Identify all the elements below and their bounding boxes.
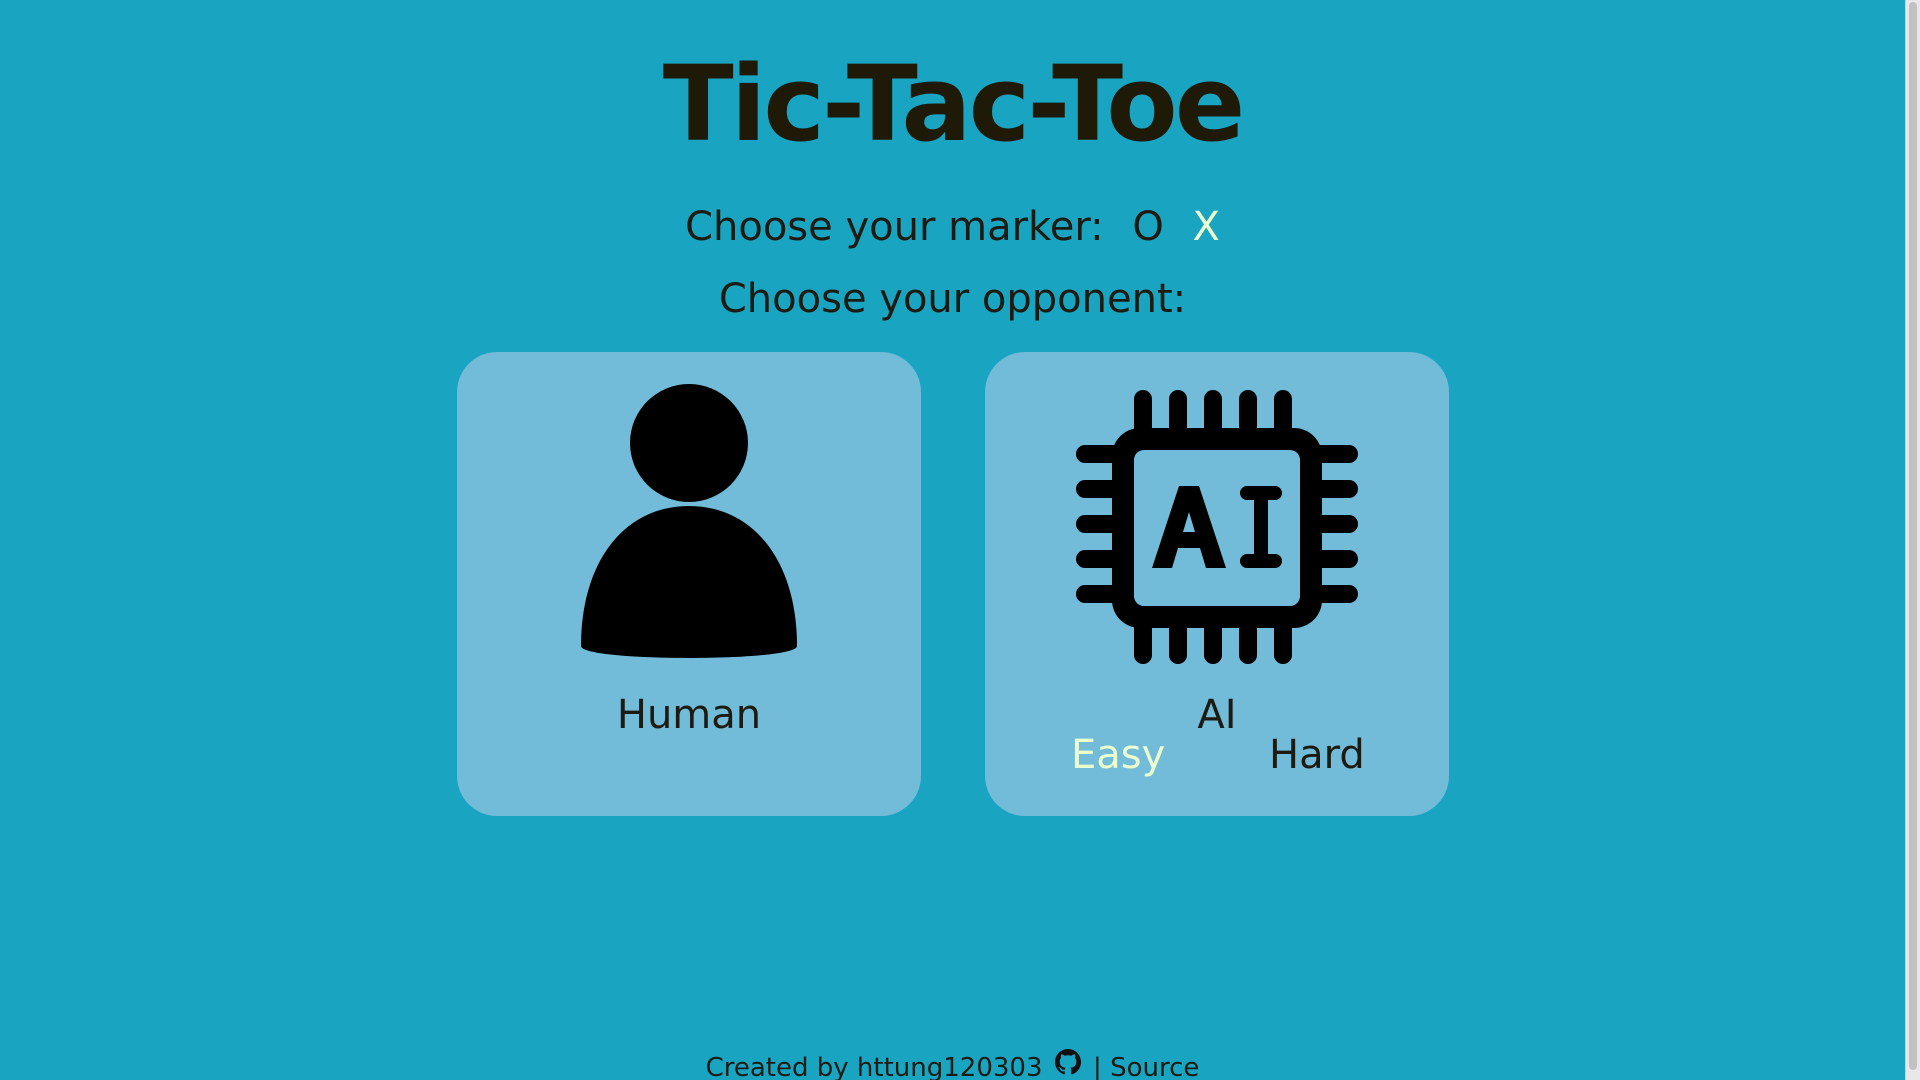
source-link[interactable]: Source xyxy=(1110,1051,1199,1080)
page: Tic-Tac-Toe Choose your marker: O X Choo… xyxy=(0,0,1905,1080)
person-icon xyxy=(581,384,797,658)
ai-label: AI xyxy=(1197,692,1237,738)
footer-separator: | xyxy=(1093,1052,1102,1080)
author-link[interactable]: httung120303 xyxy=(857,1051,1043,1080)
marker-selector: Choose your marker: O X xyxy=(0,202,1905,252)
opponent-label: Choose your opponent: xyxy=(718,276,1187,322)
marker-option-o[interactable]: O xyxy=(1132,202,1163,252)
scrollbar-thumb[interactable] xyxy=(1909,2,1917,1070)
footer: Created by httung120303 | Source xyxy=(0,1049,1905,1080)
difficulty-hard-option[interactable]: Hard xyxy=(1269,730,1365,780)
difficulty-easy-option[interactable]: Easy xyxy=(1071,730,1165,780)
ai-opponent-card[interactable]: AI Easy Hard xyxy=(985,352,1449,816)
human-opponent-card[interactable]: Human xyxy=(457,352,921,816)
human-label: Human xyxy=(616,692,762,738)
footer-created-by: Created by xyxy=(705,1052,849,1080)
page-title: Tic-Tac-Toe xyxy=(662,43,1245,165)
vertical-scrollbar[interactable] xyxy=(1905,0,1920,1080)
marker-label: Choose your marker: xyxy=(685,204,1104,250)
github-icon[interactable] xyxy=(1054,1049,1081,1075)
ai-chip-icon xyxy=(1076,390,1358,664)
marker-option-x[interactable]: X xyxy=(1193,202,1220,252)
